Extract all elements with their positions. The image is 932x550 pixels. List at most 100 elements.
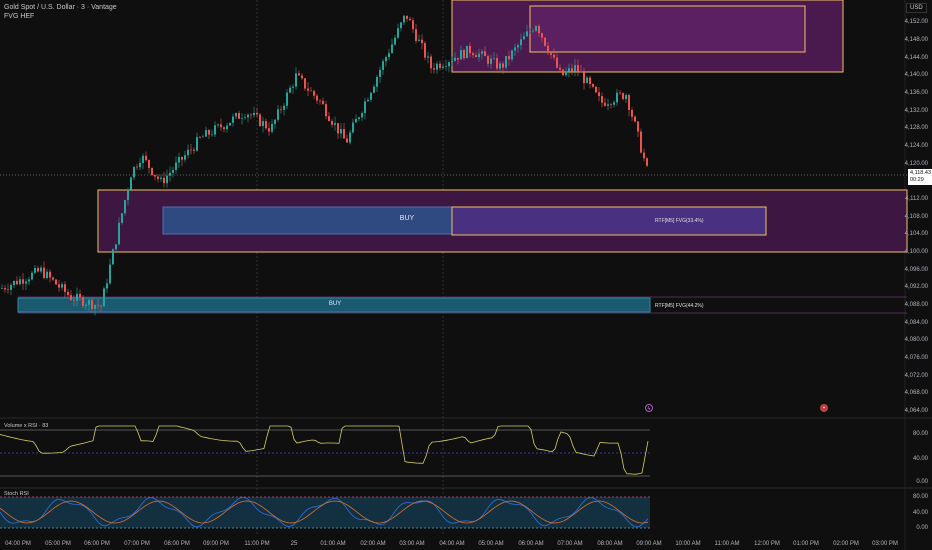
candle-body xyxy=(37,267,39,272)
time-tick: 05:00 PM xyxy=(45,541,71,547)
time-tick: 12:00 PM xyxy=(754,541,780,547)
candle-body xyxy=(301,75,303,79)
candle-body xyxy=(223,127,225,130)
vol-rsi-level: 40.00 xyxy=(912,456,928,462)
candle-body xyxy=(220,124,222,128)
flag-icon[interactable]: ▪ xyxy=(820,404,828,412)
candle-body xyxy=(562,69,564,76)
candle-body xyxy=(313,90,315,96)
time-tick: 07:00 AM xyxy=(557,541,583,547)
price-tick: 4,084.00 xyxy=(904,319,928,326)
candle-body xyxy=(73,300,75,301)
candle-body xyxy=(373,86,375,93)
time-tick: 04:00 PM xyxy=(5,541,31,547)
price-tick: 4,068.00 xyxy=(904,390,928,397)
candle-body xyxy=(532,30,534,32)
currency-button[interactable]: USD xyxy=(906,3,927,13)
candle-body xyxy=(343,129,345,139)
candle-body xyxy=(190,149,192,151)
candle-body xyxy=(160,177,162,179)
candle-body xyxy=(625,95,627,100)
stoch-title[interactable]: Stoch RSI xyxy=(4,491,29,497)
stoch-band xyxy=(0,497,650,528)
candle-body xyxy=(499,63,501,69)
candle-body xyxy=(112,249,114,265)
price-tick: 4,140.00 xyxy=(904,72,928,79)
candle-body xyxy=(88,299,90,305)
candle-body xyxy=(385,57,387,62)
candle-body xyxy=(472,53,474,56)
price-tick: 4,072.00 xyxy=(904,372,928,379)
candle-body xyxy=(4,288,6,290)
candle-body xyxy=(304,78,306,89)
candle-body xyxy=(277,109,279,120)
candle-body xyxy=(298,73,300,76)
candle-body xyxy=(598,92,600,97)
candle-body xyxy=(205,130,207,137)
candle-body xyxy=(211,134,213,136)
candle-body xyxy=(412,20,414,30)
candle-body xyxy=(271,123,273,132)
candle-body xyxy=(436,63,438,70)
candle-body xyxy=(283,105,285,110)
candle-body xyxy=(583,72,585,84)
candle-body xyxy=(403,15,405,23)
indicator-title[interactable]: FVG HEF xyxy=(4,13,34,20)
candle-body xyxy=(13,280,15,285)
candle-body xyxy=(430,56,432,69)
candle-body xyxy=(253,112,255,116)
stoch-level: 0.00 xyxy=(916,525,928,531)
candle-body xyxy=(232,116,234,123)
candle-body xyxy=(607,104,609,106)
fvg-label-2: RTF[M5] FVG(44.2%) xyxy=(655,303,704,309)
candle-body xyxy=(280,109,282,110)
time-tick: 01:00 PM xyxy=(793,541,819,547)
candle-body xyxy=(193,149,195,151)
candle-body xyxy=(79,293,81,298)
candle-body xyxy=(463,50,465,59)
candle-body xyxy=(418,39,420,41)
candle-body xyxy=(601,96,603,103)
candle-body xyxy=(46,271,48,278)
candle-body xyxy=(469,45,471,54)
bar-countdown: 00:29 xyxy=(910,177,924,183)
candle-body xyxy=(559,67,561,70)
stoch-level: 80.00 xyxy=(912,494,928,500)
candle-body xyxy=(274,119,276,124)
candle-body xyxy=(544,37,546,46)
price-tick: 4,100.00 xyxy=(904,249,928,255)
price-tick: 4,120.00 xyxy=(904,160,928,167)
candle-body xyxy=(589,77,591,85)
event-icon[interactable]: ϟ xyxy=(645,404,653,412)
candle-body xyxy=(214,125,216,135)
candle-body xyxy=(502,63,504,68)
candle-body xyxy=(16,280,18,285)
symbol-title[interactable]: Gold Spot / U.S. Dollar · 3 · Vantage xyxy=(4,4,117,11)
candle-body xyxy=(586,77,588,84)
candle-body xyxy=(379,69,381,77)
candle-body xyxy=(526,31,528,37)
candle-body xyxy=(52,277,54,280)
candle-body xyxy=(55,279,57,285)
candle-body xyxy=(424,43,426,58)
candle-body xyxy=(484,51,486,57)
candle-body xyxy=(448,62,450,67)
vol-rsi-level: 0.00 xyxy=(916,479,928,485)
candle-body xyxy=(100,305,102,307)
candle-body xyxy=(184,155,186,160)
candle-body xyxy=(466,45,468,59)
candle-body xyxy=(328,116,330,121)
current-price: 4,118.43 xyxy=(910,170,932,176)
time-tick: 02:00 AM xyxy=(360,541,386,547)
price-tick: 4,096.00 xyxy=(904,266,928,273)
vol-rsi-title[interactable]: Volume x RSI · 83 xyxy=(4,423,48,429)
fvg-zone-inner xyxy=(451,206,767,236)
candle-body xyxy=(91,299,93,309)
candle-body xyxy=(616,92,618,103)
candle-body xyxy=(523,36,525,40)
price-chart[interactable] xyxy=(0,0,932,550)
time-tick: 10:00 AM xyxy=(675,541,701,547)
candle-body xyxy=(133,166,135,178)
candle-body xyxy=(235,113,237,117)
candle-body xyxy=(571,68,573,72)
